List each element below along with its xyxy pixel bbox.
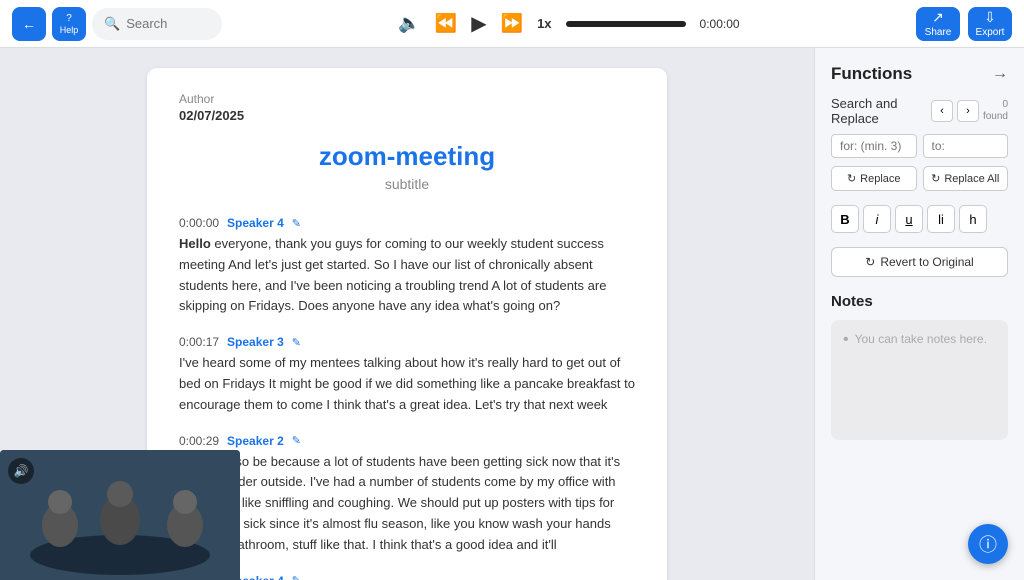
export-icon: ⇩ — [984, 9, 996, 26]
replace-all-button[interactable]: ↻ Replace All — [923, 166, 1009, 191]
seg-0-text: Hello everyone, thank you guys for comin… — [179, 234, 635, 317]
share-label: Share — [925, 27, 952, 38]
segment-0-header: 0:00:00 Speaker 4 ✎ — [179, 216, 635, 230]
seg-2-speaker[interactable]: Speaker 2 — [227, 434, 284, 448]
help-icon: ? — [66, 13, 72, 24]
fast-forward-button[interactable]: ⏩ — [501, 13, 523, 34]
sr-next-button[interactable]: › — [957, 100, 979, 122]
bold-button[interactable]: B — [831, 205, 859, 233]
sr-inputs — [831, 134, 1008, 158]
rewind-icon: ⏪ — [435, 13, 457, 34]
seg-0-highlight: Hello — [179, 236, 211, 251]
list-button[interactable]: li — [927, 205, 955, 233]
video-scene-svg — [0, 450, 240, 580]
notes-placeholder: • You can take notes here. — [843, 332, 996, 348]
topbar: ← ? Help 🔍 🔈 ⏪ ▶ ⏩ 1x 0:00:0 — [0, 0, 1024, 48]
volume-icon: 🔈 — [398, 13, 420, 34]
italic-button[interactable]: i — [863, 205, 891, 233]
replace-icon: ↻ — [847, 172, 856, 185]
info-fab[interactable]: ⓘ — [968, 524, 1008, 564]
sr-buttons: ↻ Replace ↻ Replace All — [831, 166, 1008, 191]
doc-title: zoom-meeting — [179, 141, 635, 172]
rewind-button[interactable]: ⏪ — [435, 13, 457, 34]
seg-0-time: 0:00:00 — [179, 216, 219, 230]
video-inner — [0, 450, 240, 580]
export-button[interactable]: ⇩ Export — [968, 7, 1012, 41]
segment-1-header: 0:00:17 Speaker 3 ✎ — [179, 335, 635, 349]
search-replace-row: Search and Replace ‹ › 0found — [831, 96, 1008, 126]
segment-3-header: 0:00:46 Speaker 4 ✎ — [179, 574, 635, 580]
search-icon: 🔍 — [104, 16, 120, 32]
replace-all-icon: ↻ — [931, 172, 940, 185]
seg-2-time: 0:00:29 — [179, 434, 219, 448]
sr-nav: ‹ › 0found — [931, 99, 1008, 123]
seg-3-edit-icon[interactable]: ✎ — [292, 574, 301, 580]
notes-dot-icon: • — [843, 332, 849, 348]
seg-0-speaker[interactable]: Speaker 4 — [227, 216, 284, 230]
functions-expand-icon[interactable]: → — [992, 65, 1008, 83]
notes-title: Notes — [831, 293, 1008, 310]
fast-forward-icon: ⏩ — [501, 13, 523, 34]
underline-button[interactable]: u — [895, 205, 923, 233]
sr-prev-button[interactable]: ‹ — [931, 100, 953, 122]
video-thumbnail[interactable]: 🔊 — [0, 450, 240, 580]
progress-bar[interactable] — [566, 21, 686, 27]
replace-button[interactable]: ↻ Replace — [831, 166, 917, 191]
seg-0-rest: everyone, thank you guys for coming to o… — [179, 236, 606, 313]
search-replace-label: Search and Replace — [831, 96, 931, 126]
info-icon: ⓘ — [979, 531, 997, 557]
seg-1-edit-icon[interactable]: ✎ — [292, 336, 301, 349]
help-button[interactable]: ? Help — [52, 7, 86, 41]
doc-subtitle: subtitle — [179, 176, 635, 192]
search-box: 🔍 — [92, 8, 222, 40]
author-label: Author — [179, 92, 635, 106]
mute-icon: 🔊 — [14, 464, 29, 478]
functions-header: Functions → — [831, 64, 1008, 84]
play-button[interactable]: ▶ — [471, 11, 486, 36]
speed-badge[interactable]: 1x — [537, 16, 551, 31]
topbar-right: ↗ Share ⇩ Export — [916, 7, 1012, 41]
search-input[interactable] — [126, 16, 210, 31]
doc-date: 02/07/2025 — [179, 108, 635, 123]
functions-title: Functions — [831, 64, 912, 84]
seg-1-time: 0:00:17 — [179, 335, 219, 349]
back-icon: ← — [22, 16, 36, 32]
video-mute-icon[interactable]: 🔊 — [8, 458, 34, 484]
sr-to-input[interactable] — [923, 134, 1009, 158]
topbar-center: 🔈 ⏪ ▶ ⏩ 1x 0:00:00 — [230, 11, 908, 36]
notes-placeholder-text: You can take notes here. — [855, 332, 987, 346]
seg-1-speaker[interactable]: Speaker 3 — [227, 335, 284, 349]
share-button[interactable]: ↗ Share — [916, 7, 960, 41]
timestamp: 0:00:00 — [700, 17, 740, 31]
segment-0: 0:00:00 Speaker 4 ✎ Hello everyone, than… — [179, 216, 635, 317]
segment-2: 0:00:29 Speaker 2 ✎ It might also be bec… — [179, 434, 635, 556]
seg-2-text: It might also be because a lot of studen… — [179, 452, 635, 556]
back-button[interactable]: ← — [12, 7, 46, 41]
help-label: Help — [60, 25, 79, 35]
replace-label: Replace — [860, 173, 900, 185]
revert-icon: ↻ — [865, 255, 875, 269]
topbar-left: ← ? Help 🔍 — [12, 7, 222, 41]
segment-1: 0:00:17 Speaker 3 ✎ I've heard some of m… — [179, 335, 635, 415]
seg-0-edit-icon[interactable]: ✎ — [292, 217, 301, 230]
notes-area[interactable]: • You can take notes here. — [831, 320, 1008, 440]
right-panel: Functions → Search and Replace ‹ › 0foun… — [814, 48, 1024, 580]
share-icon: ↗ — [932, 9, 944, 26]
sr-for-input[interactable] — [831, 134, 917, 158]
export-label: Export — [976, 27, 1005, 38]
volume-button[interactable]: 🔈 — [398, 13, 420, 34]
seg-1-text: I've heard some of my mentees talking ab… — [179, 353, 635, 415]
segment-3: 0:00:46 Speaker 4 ✎ be a good reminder f… — [179, 574, 635, 580]
format-buttons: B i u li h — [831, 205, 1008, 233]
revert-label: Revert to Original — [880, 255, 973, 269]
seg-2-edit-icon[interactable]: ✎ — [292, 434, 301, 447]
replace-all-label: Replace All — [944, 173, 999, 185]
play-icon: ▶ — [471, 11, 486, 36]
revert-button[interactable]: ↻ Revert to Original — [831, 247, 1008, 277]
found-badge: 0found — [983, 99, 1008, 123]
heading-button[interactable]: h — [959, 205, 987, 233]
segment-2-header: 0:00:29 Speaker 2 ✎ — [179, 434, 635, 448]
media-controls: 🔈 ⏪ ▶ ⏩ 1x — [398, 11, 551, 36]
